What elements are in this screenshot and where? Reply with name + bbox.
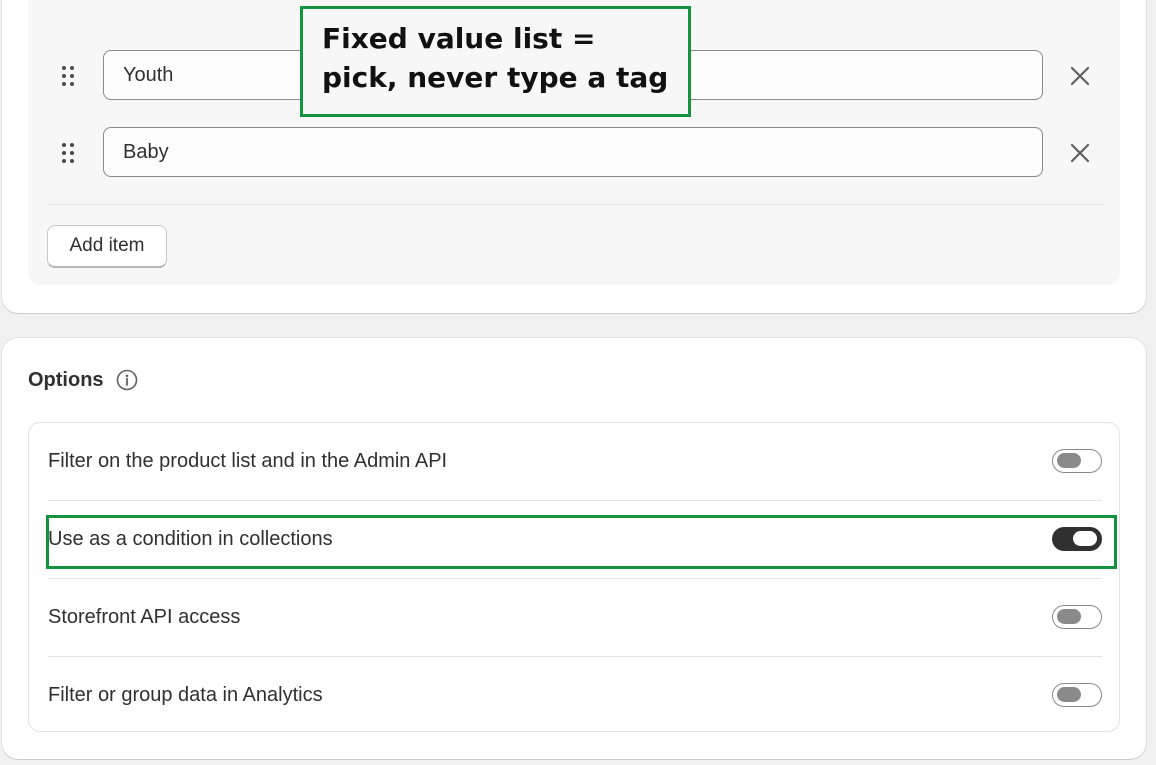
divider [48,204,1104,205]
toggle-switch[interactable] [1052,527,1102,551]
close-icon [1070,66,1090,86]
callout-annotation: Fixed value list = pick, never type a ta… [300,6,691,117]
toggle-switch[interactable] [1052,605,1102,629]
option-row-collections-condition: Use as a condition in collections [48,501,1102,578]
close-icon [1070,143,1090,163]
option-label: Storefront API access [48,606,241,628]
value-row [28,127,1120,179]
toggle-switch[interactable] [1052,449,1102,473]
option-row-analytics: Filter or group data in Analytics [48,657,1102,734]
option-label: Filter on the product list and in the Ad… [48,450,448,472]
info-icon[interactable] [116,369,138,391]
drag-handle-icon[interactable] [60,66,76,86]
remove-value-button[interactable] [1068,64,1092,88]
option-row-filter-admin: Filter on the product list and in the Ad… [48,423,1102,500]
options-list: Filter on the product list and in the Ad… [28,422,1120,732]
option-label: Use as a condition in collections [48,528,333,550]
value-input[interactable] [103,127,1043,177]
option-row-storefront-api: Storefront API access [48,579,1102,656]
drag-handle-icon[interactable] [60,143,76,163]
toggle-switch[interactable] [1052,683,1102,707]
option-label: Filter or group data in Analytics [48,684,323,706]
options-heading: Options [28,366,138,394]
remove-value-button[interactable] [1068,141,1092,165]
options-title: Options [28,368,104,391]
add-item-button[interactable]: Add item [47,225,167,268]
options-card: Options Filter on the product list and i… [2,338,1146,759]
